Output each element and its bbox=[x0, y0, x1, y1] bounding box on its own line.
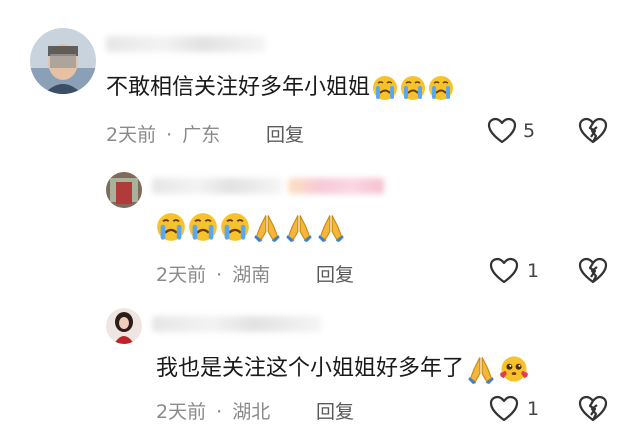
reply-button[interactable]: 回复 bbox=[316, 260, 354, 287]
comment-emoji-line bbox=[156, 212, 346, 242]
comment-text: 我也是关注这个小姐姐好多年了 bbox=[156, 354, 530, 384]
reply-button[interactable]: 回复 bbox=[316, 397, 354, 424]
comment-meta: 2天前 · 广东 bbox=[106, 120, 220, 147]
like-button[interactable]: 1 bbox=[489, 257, 539, 285]
comment-location: 湖南 bbox=[232, 264, 271, 286]
avatar[interactable] bbox=[106, 172, 142, 208]
comment-location: 湖北 bbox=[232, 401, 271, 423]
avatar[interactable] bbox=[106, 308, 142, 344]
heart-outline-icon bbox=[487, 117, 517, 144]
broken-heart-icon bbox=[578, 395, 608, 422]
folded-hands-icon bbox=[254, 215, 280, 242]
like-button[interactable]: 5 bbox=[487, 117, 535, 145]
username-redacted[interactable] bbox=[152, 178, 282, 194]
comment-meta: 2天前 · 湖北 bbox=[156, 397, 270, 424]
broken-heart-icon bbox=[578, 117, 608, 144]
crying-face-icon bbox=[401, 76, 426, 100]
heart-outline-icon bbox=[489, 257, 519, 284]
dislike-button[interactable] bbox=[578, 117, 608, 149]
like-count: 1 bbox=[527, 260, 540, 282]
emoji-row bbox=[466, 354, 530, 384]
heart-outline-icon bbox=[489, 395, 519, 422]
avatar[interactable] bbox=[30, 28, 96, 94]
emoji-row bbox=[156, 212, 346, 242]
username-emoji-redacted bbox=[288, 178, 384, 194]
crying-face-icon bbox=[429, 76, 454, 100]
meta-separator: · bbox=[216, 401, 223, 423]
crying-face-icon bbox=[157, 213, 185, 241]
folded-hands-icon bbox=[468, 357, 494, 384]
comment-meta: 2天前 · 湖南 bbox=[156, 260, 270, 287]
folded-hands-icon bbox=[286, 215, 312, 242]
broken-heart-icon bbox=[578, 257, 608, 284]
dislike-button[interactable] bbox=[578, 257, 608, 289]
comment-text: 不敢相信关注好多年小姐姐 bbox=[106, 74, 454, 102]
crying-face-icon bbox=[373, 76, 398, 100]
emoji-row bbox=[372, 75, 454, 101]
username-redacted[interactable] bbox=[106, 36, 266, 52]
folded-hands-icon bbox=[318, 215, 344, 242]
username-redacted[interactable] bbox=[152, 316, 322, 332]
comment-text-content: 不敢相信关注好多年小姐姐 bbox=[106, 75, 371, 100]
comment-time: 2天前 bbox=[156, 401, 207, 423]
pleading-hearts-face-icon bbox=[500, 356, 528, 382]
like-count: 5 bbox=[523, 120, 536, 142]
comment-text-content: 我也是关注这个小姐姐好多年了 bbox=[156, 356, 465, 381]
comment-time: 2天前 bbox=[106, 124, 157, 146]
crying-face-icon bbox=[189, 213, 217, 241]
meta-separator: · bbox=[216, 264, 223, 286]
like-button[interactable]: 1 bbox=[489, 395, 539, 423]
dislike-button[interactable] bbox=[578, 395, 608, 427]
comment-time: 2天前 bbox=[156, 264, 207, 286]
comment-location: 广东 bbox=[182, 124, 221, 146]
meta-separator: · bbox=[166, 124, 173, 146]
like-count: 1 bbox=[527, 398, 540, 420]
reply-button[interactable]: 回复 bbox=[266, 120, 304, 147]
crying-face-icon bbox=[221, 213, 249, 241]
